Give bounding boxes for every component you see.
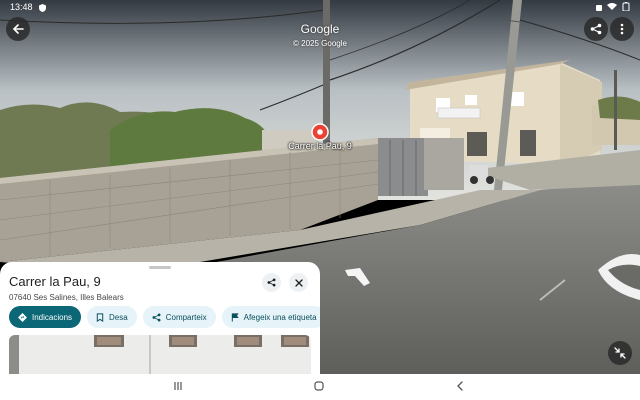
battery-icon: [622, 1, 630, 13]
place-photo[interactable]: [9, 335, 311, 374]
share-icon: [267, 274, 276, 292]
brand-watermark: Google © 2025 Google: [0, 22, 640, 48]
place-bottom-sheet[interactable]: Carrer la Pau, 9 07640 Ses Salines, Ille…: [0, 262, 320, 374]
home-icon: [314, 378, 324, 396]
status-bar: 13:48: [0, 0, 640, 14]
directions-button[interactable]: Indicacions: [9, 306, 82, 328]
recents-button[interactable]: [171, 380, 185, 394]
place-address: 07640 Ses Salines, Illes Balears: [9, 293, 124, 302]
add-label-label: Afegeix una etiqueta: [243, 312, 317, 322]
directions-icon: [18, 312, 27, 322]
collapse-icon: [614, 347, 626, 359]
share-button[interactable]: [584, 17, 608, 41]
close-icon: [294, 274, 303, 292]
brand-name: Google: [300, 22, 340, 36]
bookmark-icon: [96, 312, 104, 322]
alarm-icon: [595, 4, 602, 11]
place-title: Carrer la Pau, 9: [9, 274, 101, 289]
more-vert-icon: [620, 23, 624, 35]
share-icon: [590, 23, 602, 35]
home-button[interactable]: [312, 380, 326, 394]
share-chip-button[interactable]: Comparteix: [142, 306, 216, 328]
sheet-drag-handle[interactable]: [149, 266, 171, 269]
status-time: 13:48: [10, 2, 33, 12]
recents-icon: [173, 378, 183, 396]
chevron-left-icon: [456, 378, 464, 396]
nav-back-button[interactable]: [453, 380, 467, 394]
share-icon: [152, 313, 161, 322]
save-button[interactable]: Desa: [87, 306, 137, 328]
action-chips: Indicacions Desa Comparteix Afegeix una …: [9, 306, 320, 328]
more-options-button[interactable]: [610, 17, 634, 41]
place-pin-label: Carrer la Pau, 9: [288, 141, 352, 151]
add-label-button[interactable]: Afegeix una etiqueta: [221, 306, 320, 328]
flag-icon: [231, 312, 239, 322]
directions-label: Indicacions: [32, 312, 73, 322]
wifi-icon: [607, 2, 617, 12]
save-label: Desa: [109, 312, 128, 322]
sheet-share-button[interactable]: [262, 273, 281, 292]
share-label: Comparteix: [165, 312, 207, 322]
collapse-button[interactable]: [608, 341, 632, 365]
sheet-close-button[interactable]: [289, 273, 308, 292]
copyright-text: © 2025 Google: [293, 39, 347, 48]
shield-icon: [38, 3, 46, 12]
system-navigation-bar: [0, 374, 640, 400]
